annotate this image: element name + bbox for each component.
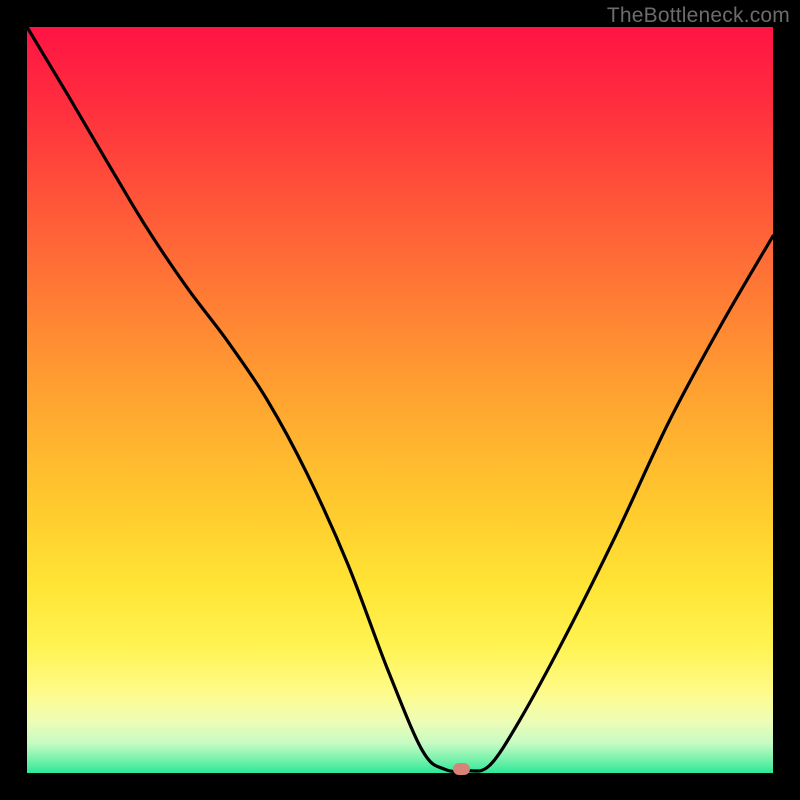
chart-frame: TheBottleneck.com — [0, 0, 800, 800]
bottleneck-curve — [27, 27, 773, 773]
watermark-text: TheBottleneck.com — [607, 4, 790, 28]
current-config-marker — [453, 763, 470, 775]
plot-area — [27, 27, 773, 773]
